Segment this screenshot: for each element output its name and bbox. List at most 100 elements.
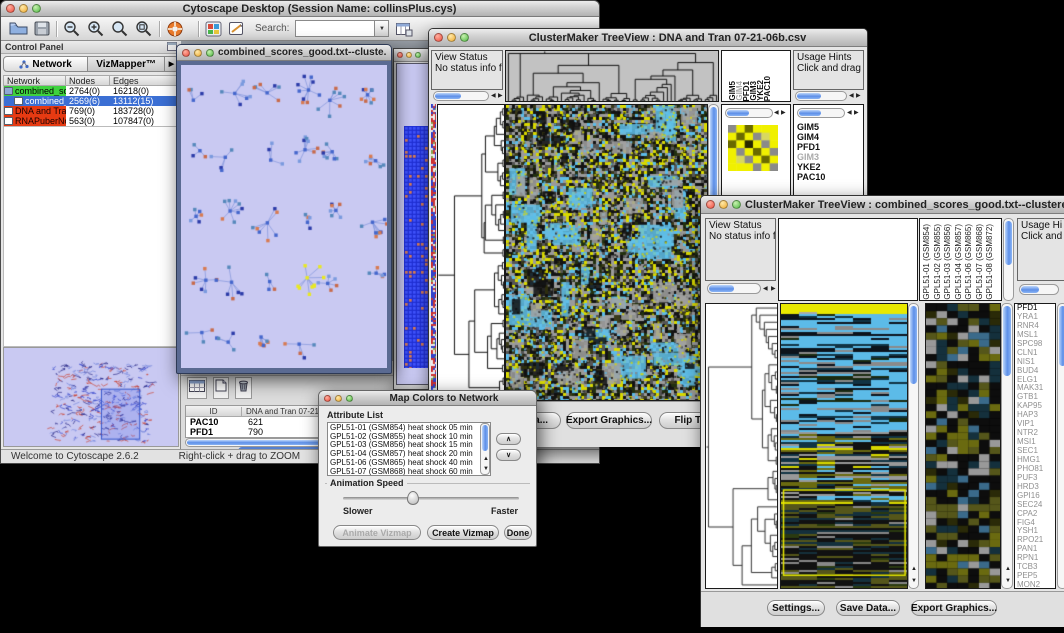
main-title-bar[interactable]: Cytoscape Desktop (Session Name: collins… (1, 1, 599, 17)
zoom-window-icon[interactable] (732, 200, 741, 209)
row-gene-label[interactable]: KAP95 (1017, 402, 1055, 411)
row-gene-label[interactable]: YKE2 (797, 162, 825, 172)
scroll-left-arrow[interactable]: ◀ (849, 93, 854, 99)
zoom-window-icon[interactable] (415, 52, 421, 58)
vscroll-thumb[interactable] (1059, 306, 1064, 366)
minimize-icon[interactable] (194, 49, 202, 57)
hscroll-thumb[interactable] (797, 93, 821, 99)
row-gene-label[interactable]: MON2 (1017, 581, 1055, 589)
row-gene-label[interactable]: GIM4 (797, 132, 825, 142)
row-gene-label[interactable]: PAC10 (797, 172, 825, 182)
row-gene-label[interactable]: ELG1 (1017, 376, 1055, 385)
attribute-list-item[interactable]: GPL51-03 (GSM856) heat shock 15 min (328, 441, 490, 450)
row-gene-label[interactable]: GPI16 (1017, 492, 1055, 501)
zoom-window-icon[interactable] (32, 4, 41, 13)
attribute-browser-icon[interactable] (395, 21, 413, 37)
vscroll-thumb[interactable] (1003, 306, 1011, 376)
network-table-header[interactable]: Network Nodes Edges (3, 75, 179, 86)
vscroll-thumb[interactable] (910, 306, 917, 384)
tv1-summary-hscrollbar[interactable] (725, 108, 773, 118)
network-name[interactable]: combined_sco (25, 96, 66, 106)
column-gene-label[interactable]: YKE2 (756, 80, 763, 101)
correlation-matrix-canvas[interactable] (728, 125, 778, 171)
experiment-column-label[interactable]: GPL51-01 (GSM854) (922, 224, 933, 300)
row-gene-label[interactable]: CPA2 (1017, 510, 1055, 519)
dialog-title-bar[interactable]: Map Colors to Network (319, 391, 536, 406)
tab-network[interactable]: Network (3, 56, 88, 72)
scroll-down-arrow[interactable]: ▼ (1005, 578, 1011, 584)
scroll-up-arrow[interactable]: ▲ (911, 566, 917, 572)
hscroll-thumb[interactable] (1021, 286, 1039, 293)
tab-vizmapper[interactable]: VizMapper™ (88, 56, 165, 72)
close-icon[interactable] (182, 49, 190, 57)
speed-slider-thumb[interactable] (407, 491, 419, 505)
row-gene-label[interactable]: YRA1 (1017, 313, 1055, 322)
scroll-left-arrow[interactable]: ◀ (774, 110, 779, 116)
annotation-icon[interactable] (228, 21, 245, 37)
column-gene-label[interactable]: GIM5 (728, 81, 735, 101)
experiment-column-label[interactable]: GPL51-08 (GSM872) (985, 224, 996, 300)
help-lifesaver-icon[interactable] (166, 20, 184, 38)
row-gene-label[interactable]: PAN1 (1017, 545, 1055, 554)
speed-slider-track[interactable] (343, 497, 519, 500)
network-table-row[interactable]: combined_scores_ 2764(0) 16218(0) (4, 86, 178, 96)
scroll-down-arrow[interactable]: ▼ (911, 578, 917, 584)
zoom-in-icon[interactable] (87, 20, 105, 37)
scroll-right-arrow[interactable]: ▶ (854, 110, 859, 116)
network1-canvas[interactable] (181, 65, 387, 368)
close-icon[interactable] (706, 200, 715, 209)
scroll-left-arrow[interactable]: ◀ (847, 110, 852, 116)
scroll-down-arrow[interactable]: ▼ (483, 466, 489, 472)
settings-button[interactable]: Settings... (767, 600, 825, 616)
export-graphics-button[interactable]: Export Graphics... (911, 600, 997, 616)
network-table-row[interactable]: RNAPuberNov2+| 563(0) 107847(0) (4, 116, 178, 126)
row-gene-label[interactable]: YSH1 (1017, 527, 1055, 536)
move-down-button[interactable]: ∨ (496, 449, 521, 461)
tv2-labels-right-vscrollbar[interactable] (1057, 303, 1064, 589)
export-graphics-button[interactable]: Export Graphics... (566, 412, 652, 429)
row-gene-label[interactable]: NIS1 (1017, 358, 1055, 367)
heatmap-canvas[interactable] (506, 105, 707, 400)
tv2-heatmap-pane[interactable] (780, 303, 908, 589)
scroll-up-arrow[interactable]: ▲ (483, 456, 489, 462)
animate-vizmap-button[interactable]: Animate Vizmap (333, 525, 421, 540)
network-name[interactable]: combined_scores_ (15, 86, 66, 96)
hscroll-thumb[interactable] (727, 110, 749, 116)
column-gene-label[interactable]: GIM3 (749, 81, 756, 101)
row-gene-label[interactable]: NTR2 (1017, 429, 1055, 438)
experiment-column-label[interactable]: GPL51-07 (GSM868) (975, 224, 986, 300)
tv1-column-dendrogram-pane[interactable] (505, 50, 719, 102)
treeview2-title-bar[interactable]: ClusterMaker TreeView : combined_scores_… (701, 196, 1064, 214)
hscroll-thumb[interactable] (435, 93, 461, 99)
row-gene-label[interactable]: PUF3 (1017, 474, 1055, 483)
column-gene-label[interactable]: PFD1 (742, 81, 749, 101)
scroll-left-arrow[interactable]: ◀ (491, 93, 496, 99)
row-gene-label[interactable]: PFD1 (797, 142, 825, 152)
minimize-icon[interactable] (406, 52, 412, 58)
tv2-heatmap-vscrollbar[interactable]: ▲ ▼ (908, 303, 919, 589)
tv1-status-hscrollbar[interactable] (433, 91, 489, 101)
zoom-out-icon[interactable] (63, 20, 81, 37)
scroll-right-arrow[interactable]: ▶ (781, 110, 786, 116)
open-file-icon[interactable] (9, 21, 28, 36)
hscroll-thumb[interactable] (709, 285, 734, 292)
zoom-selected-icon[interactable] (135, 20, 153, 37)
save-icon[interactable] (34, 21, 50, 36)
zoom-window-icon[interactable] (206, 49, 214, 57)
minimize-icon[interactable] (719, 200, 728, 209)
row-gene-label[interactable]: SEC1 (1017, 447, 1055, 456)
minimize-icon[interactable] (19, 4, 28, 13)
create-vizmap-button[interactable]: Create Vizmap (427, 525, 499, 540)
tv2-usage-hscrollbar[interactable] (1019, 284, 1059, 295)
tv1-labels-hscrollbar[interactable] (797, 108, 845, 118)
column-dendrogram-canvas[interactable] (506, 51, 718, 101)
row-gene-label[interactable]: GTB1 (1017, 393, 1055, 402)
attribute-list-item[interactable]: GPL51-07 (GSM868) heat shock 60 min (328, 468, 490, 476)
row-gene-label[interactable]: GIM5 (797, 122, 825, 132)
row-gene-label[interactable]: RPO21 (1017, 536, 1055, 545)
new-attribute-icon[interactable] (213, 377, 229, 399)
attribute-table-icon[interactable] (187, 377, 207, 399)
search-dropdown-icon[interactable]: ▼ (375, 20, 389, 37)
row-gene-label[interactable]: RNR4 (1017, 322, 1055, 331)
row-gene-label[interactable]: GIM3 (797, 152, 825, 162)
